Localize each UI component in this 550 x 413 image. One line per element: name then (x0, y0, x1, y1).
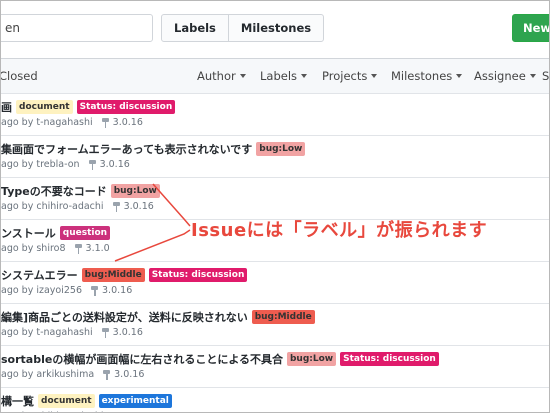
issue-title-link[interactable]: 集画面でフォームエラーあっても表示されないです (1, 141, 252, 157)
issue-opened-by: ago by arkikushima (1, 369, 95, 380)
issue-meta: ago by izayoi256 3.0.16 (1, 285, 132, 296)
issue-title-line: 集画面でフォームエラーあっても表示されないです bug:Low (1, 141, 306, 157)
issue-title-link[interactable]: 画 (1, 99, 12, 115)
sort-filter-label: Sort (542, 69, 550, 83)
issue-title-link[interactable]: 編集]商品ごとの送料設定が、送料に反映されない (1, 309, 248, 325)
issue-label[interactable]: bug:Low (286, 352, 337, 366)
issue-label[interactable]: document (38, 394, 95, 408)
issue-milestone-label: 3.0.16 (123, 201, 154, 212)
chevron-down-icon (456, 74, 463, 78)
chevron-down-icon (371, 74, 378, 78)
issue-title-line: 画 document Status: discussion (1, 99, 176, 115)
milestone-icon (112, 201, 121, 212)
issue-opened-by: ago by izayoi256 (1, 285, 83, 296)
issue-milestone-link[interactable]: 3.0.16 (102, 369, 144, 380)
milestone-icon (74, 243, 83, 254)
issue-milestone-label: 3.0.16 (112, 327, 143, 338)
issue-milestone-link[interactable]: 3.0.16 (101, 327, 143, 338)
issue-title-line: 構一覧 document experimental (1, 393, 172, 409)
milestone-icon (101, 117, 110, 128)
issue-row[interactable]: Typeの不要なコード bug:Low ago by chihiro-adachi 3… (1, 177, 549, 220)
issue-label[interactable]: Status: discussion (76, 100, 176, 114)
issue-title-line: sortableの横幅が画面幅に左右されることによる不具合 bug:Low Stat… (1, 351, 439, 367)
milestone-icon (101, 327, 110, 338)
issue-label[interactable]: Status: discussion (340, 352, 439, 366)
issue-milestone-label: 3.1.0 (85, 243, 110, 254)
issue-label[interactable]: bug:Middle (81, 268, 145, 282)
issue-row[interactable]: 集画面でフォームエラーあっても表示されないです bug:Low ago by tre… (1, 135, 549, 178)
issue-meta: ago by chihiro-adachi 3.0.16 (1, 201, 154, 212)
milestone-icon (88, 159, 97, 170)
assignee-filter-label: Assignee (474, 69, 526, 83)
milestone-icon (90, 285, 99, 296)
issue-title-line: ンストール question (1, 225, 111, 241)
issue-title-link[interactable]: Typeの不要なコード (1, 183, 107, 199)
callout-annotation: Issueには「ラベル」が振られます (191, 220, 488, 241)
issue-milestone-link[interactable]: 3.0.16 (90, 285, 132, 296)
issue-row[interactable]: 画 document Status: discussion ago by t-naga… (1, 93, 549, 136)
issue-milestone-link[interactable]: 3.0.16 (101, 117, 143, 128)
author-filter[interactable]: Author (197, 69, 246, 83)
issue-opened-by: ago by t-nagahashi (1, 327, 93, 338)
issue-milestone-label: 3.0.16 (114, 369, 145, 380)
issue-title-link[interactable]: sortableの横幅が画面幅に左右されることによる不具合 (1, 351, 283, 367)
issue-milestone-label: 3.0.16 (102, 285, 133, 296)
projects-filter-label: Projects (322, 69, 368, 83)
labels-milestones-group: Labels Milestones (161, 14, 325, 42)
milestones-button[interactable]: Milestones (227, 15, 323, 41)
issue-title-line: システムエラー bug:Middle Status: discussion (1, 267, 248, 283)
milestones-filter[interactable]: Milestones (391, 69, 463, 83)
issue-meta: ago by t-nagahashi 3.0.16 (1, 327, 143, 338)
issue-milestone-link[interactable]: 3.0.16 (88, 159, 130, 170)
issue-row[interactable]: 編集]商品ごとの送料設定が、送料に反映されない bug:Middle ago by … (1, 303, 549, 346)
issue-label[interactable]: bug:Middle (251, 310, 315, 324)
issue-milestone-label: 3.0.16 (112, 117, 143, 128)
issue-label[interactable]: experimental (98, 394, 172, 408)
issue-label[interactable]: question (59, 226, 111, 240)
closed-filter-link[interactable]: Closed (1, 69, 38, 83)
issues-list-header: Closed Author Labels Projects Milestones… (1, 58, 550, 94)
issue-opened-by: ago by t-nagahashi (1, 117, 93, 128)
milestone-icon (102, 369, 111, 380)
search-input-value: en (5, 21, 20, 35)
issue-milestone-link[interactable]: 3.1.0 (74, 243, 110, 254)
labels-filter[interactable]: Labels (260, 69, 308, 83)
screenshot-frame: en Labels Milestones New Issue Closed Au… (0, 0, 550, 413)
issue-meta: ago by shiro8 3.1.0 (1, 243, 110, 254)
milestones-filter-label: Milestones (391, 69, 453, 83)
chevron-down-icon (529, 74, 536, 78)
issue-title-line: 編集]商品ごとの送料設定が、送料に反映されない bug:Middle (1, 309, 315, 325)
issue-meta: ago by t-nagahashi 3.0.16 (1, 117, 143, 128)
search-input[interactable]: en (1, 14, 153, 42)
issue-meta: ago by trebla-on 3.0.16 (1, 159, 130, 170)
issue-row[interactable]: sortableの横幅が画面幅に左右されることによる不具合 bug:Low Stat… (1, 345, 549, 388)
issue-opened-by: ago by chihiro-adachi (1, 201, 104, 212)
issue-milestone-link[interactable]: 3.0.16 (112, 201, 154, 212)
labels-filter-label: Labels (260, 69, 298, 83)
sort-filter[interactable]: Sort (542, 69, 550, 83)
projects-filter[interactable]: Projects (322, 69, 378, 83)
issue-milestone-label: 3.0.16 (99, 159, 130, 170)
issue-meta: ago by arkikushima 3.0.16 (1, 369, 144, 380)
issue-label[interactable]: document (16, 100, 73, 114)
issue-label[interactable]: Status: discussion (148, 268, 248, 282)
issue-label[interactable]: bug:Low (256, 142, 306, 156)
issue-opened-by: ago by trebla-on (1, 159, 80, 170)
issue-title-link[interactable]: ンストール (1, 225, 56, 241)
assignee-filter[interactable]: Assignee (474, 69, 536, 83)
chevron-down-icon (301, 74, 308, 78)
chevron-down-icon (239, 74, 246, 78)
issue-title-link[interactable]: 構一覧 (1, 393, 34, 409)
labels-button[interactable]: Labels (162, 15, 228, 41)
issue-row[interactable]: システムエラー bug:Middle Status: discussion ago b… (1, 261, 549, 304)
issue-opened-by: ago by shiro8 (1, 243, 66, 254)
author-filter-label: Author (197, 69, 236, 83)
new-issue-button[interactable]: New Issue (512, 14, 549, 61)
issue-title-line: Typeの不要なコード bug:Low (1, 183, 160, 199)
issue-label[interactable]: bug:Low (110, 184, 160, 198)
issue-title-link[interactable]: システムエラー (1, 267, 78, 283)
issue-row[interactable]: 構一覧documentexperimentalago by chihiro-ad… (1, 387, 549, 412)
